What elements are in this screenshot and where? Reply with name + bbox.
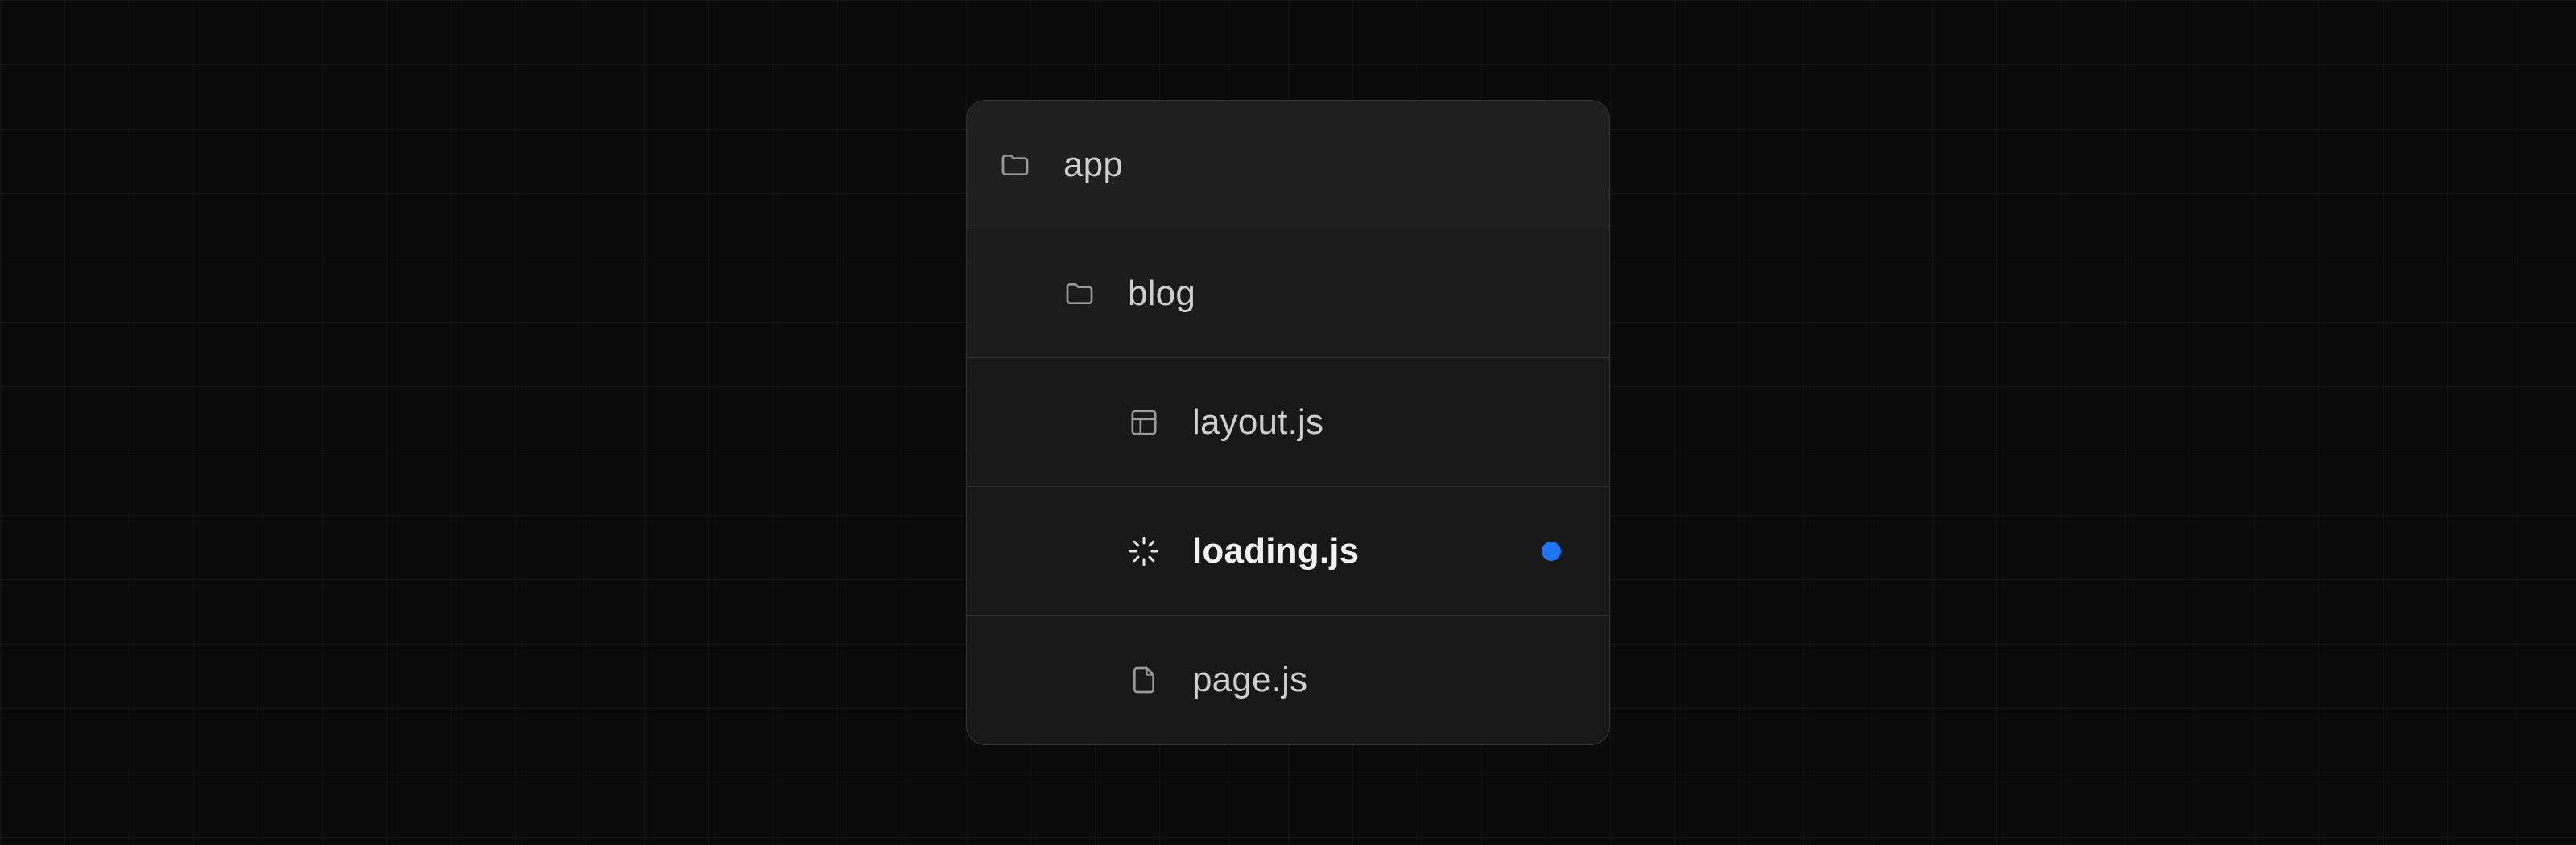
tree-row-layout[interactable]: layout.js — [967, 358, 1609, 487]
tree-label: loading.js — [1192, 531, 1542, 571]
file-icon — [1128, 664, 1160, 696]
tree-row-blog[interactable]: blog — [967, 229, 1609, 358]
layout-icon — [1128, 406, 1160, 439]
tree-row-app[interactable]: app — [967, 101, 1609, 229]
spinner-icon — [1128, 535, 1160, 567]
tree-label: layout.js — [1192, 402, 1561, 443]
folder-icon — [999, 149, 1031, 181]
file-tree-panel: app blog layout.js — [966, 100, 1610, 745]
tree-row-loading[interactable]: loading.js — [967, 487, 1609, 616]
folder-icon — [1063, 278, 1096, 310]
tree-label: blog — [1128, 274, 1561, 314]
stage: app blog layout.js — [0, 0, 2576, 845]
tree-label: app — [1063, 145, 1561, 185]
tree-label: page.js — [1192, 660, 1561, 700]
tree-row-page[interactable]: page.js — [967, 616, 1609, 744]
status-dot-icon — [1542, 542, 1561, 561]
